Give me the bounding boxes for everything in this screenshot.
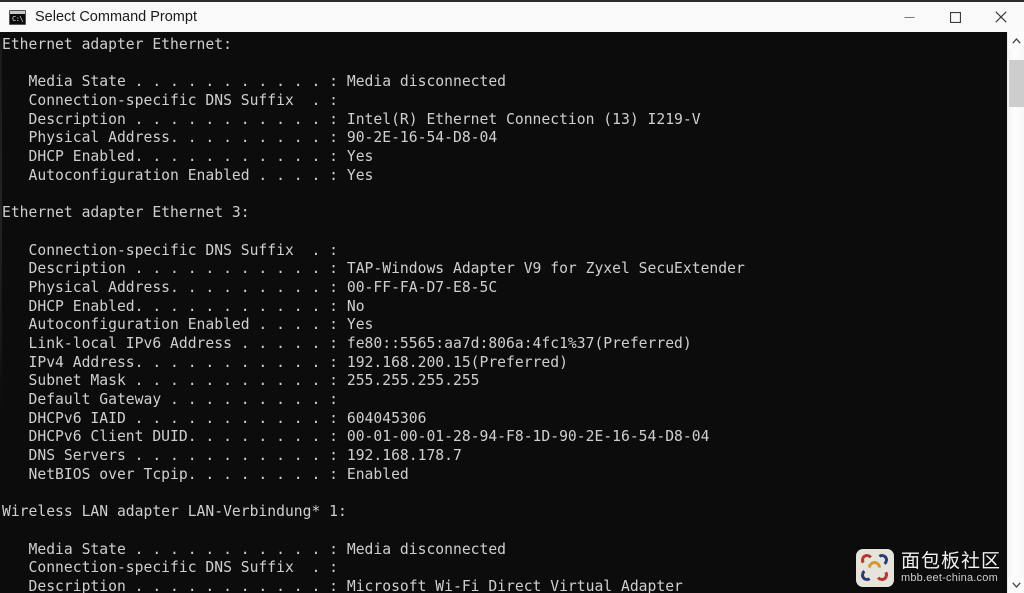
watermark-text: 面包板社区 mbb.eet-china.com (901, 551, 1001, 585)
chevron-down-icon (1011, 581, 1021, 588)
scroll-up-arrow-icon[interactable] (1008, 32, 1024, 49)
watermark-logo-icon (855, 549, 894, 587)
console-line: Physical Address. . . . . . . . . : 00-F… (2, 278, 498, 296)
console-line: Autoconfiguration Enabled . . . . : Yes (2, 166, 374, 184)
site-watermark: 面包板社区 mbb.eet-china.com (855, 549, 1001, 587)
console-line: DHCPv6 IAID . . . . . . . . . . . : 6040… (2, 409, 427, 427)
console-line: Media State . . . . . . . . . . . : Medi… (2, 540, 507, 558)
watermark-site-name: 面包板社区 (900, 550, 1001, 572)
maximize-button[interactable] (932, 2, 978, 32)
console-line: IPv4 Address. . . . . . . . . . . : 192.… (2, 353, 568, 371)
console-line: Default Gateway . . . . . . . . . : (2, 391, 339, 409)
cmd-console-icon: C:\ (9, 9, 26, 25)
console-line: Description . . . . . . . . . . . : Inte… (2, 110, 701, 128)
close-icon (995, 11, 1007, 23)
cmd-icon-prompt-glyph: C:\ (12, 14, 24, 23)
console-line: Subnet Mask . . . . . . . . . . . : 255.… (2, 372, 480, 390)
console-line: Description . . . . . . . . . . . : TAP-… (2, 260, 745, 278)
console-line: DNS Servers . . . . . . . . . . . : 192.… (2, 447, 462, 465)
console-line: DHCPv6 Client DUID. . . . . . . . : 00-0… (2, 428, 710, 446)
chevron-up-icon (1011, 37, 1021, 44)
minimize-button[interactable] (886, 2, 932, 32)
minimize-icon (904, 16, 914, 18)
console-text-lines: Ethernet adapter Ethernet: Media State .… (0, 32, 745, 593)
titlebar-identity: C:\ Select Command Prompt (0, 2, 197, 32)
console-line: Link-local IPv6 Address . . . . . : fe80… (2, 335, 692, 352)
scrollbar-track[interactable] (1008, 49, 1024, 576)
console-line: Media State . . . . . . . . . . . : Medi… (2, 73, 507, 91)
watermark-url: mbb.eet-china.com (900, 572, 998, 584)
console-line: DHCP Enabled. . . . . . . . . . . : Yes (2, 148, 374, 166)
console-line: Connection-specific DNS Suffix . : (2, 92, 339, 110)
console-line: Physical Address. . . . . . . . . : 90-2… (2, 129, 498, 147)
window-controls (886, 2, 1024, 32)
console-line: Autoconfiguration Enabled . . . . : Yes (2, 316, 374, 334)
console-line: DHCP Enabled. . . . . . . . . . . : No (2, 297, 365, 315)
titlebar-drag-region[interactable] (197, 2, 886, 32)
console-line: Connection-specific DNS Suffix . : (2, 241, 339, 259)
window-titlebar[interactable]: C:\ Select Command Prompt (0, 0, 1024, 32)
console-line: Connection-specific DNS Suffix . : (2, 559, 339, 577)
console-line: Ethernet adapter Ethernet 3: (2, 204, 250, 222)
maximize-icon (949, 11, 961, 23)
window-title: Select Command Prompt (35, 9, 197, 25)
console-scrollbar[interactable] (1007, 32, 1024, 593)
console-line: Description . . . . . . . . . . . : Micr… (2, 577, 683, 593)
command-prompt-window: C:\ Select Command Prompt Ethernet adapt… (0, 0, 1024, 593)
scrollbar-thumb[interactable] (1009, 60, 1024, 107)
console-line: Wireless LAN adapter LAN-Verbindung* 1: (2, 503, 347, 521)
cmd-icon-titlestrip (10, 10, 25, 14)
console-output-area[interactable]: Ethernet adapter Ethernet: Media State .… (0, 32, 1007, 593)
console-line: Ethernet adapter Ethernet: (2, 36, 232, 53)
scroll-down-arrow-icon[interactable] (1008, 576, 1024, 593)
close-button[interactable] (978, 2, 1024, 32)
console-line: NetBIOS over Tcpip. . . . . . . . : Enab… (2, 465, 409, 483)
